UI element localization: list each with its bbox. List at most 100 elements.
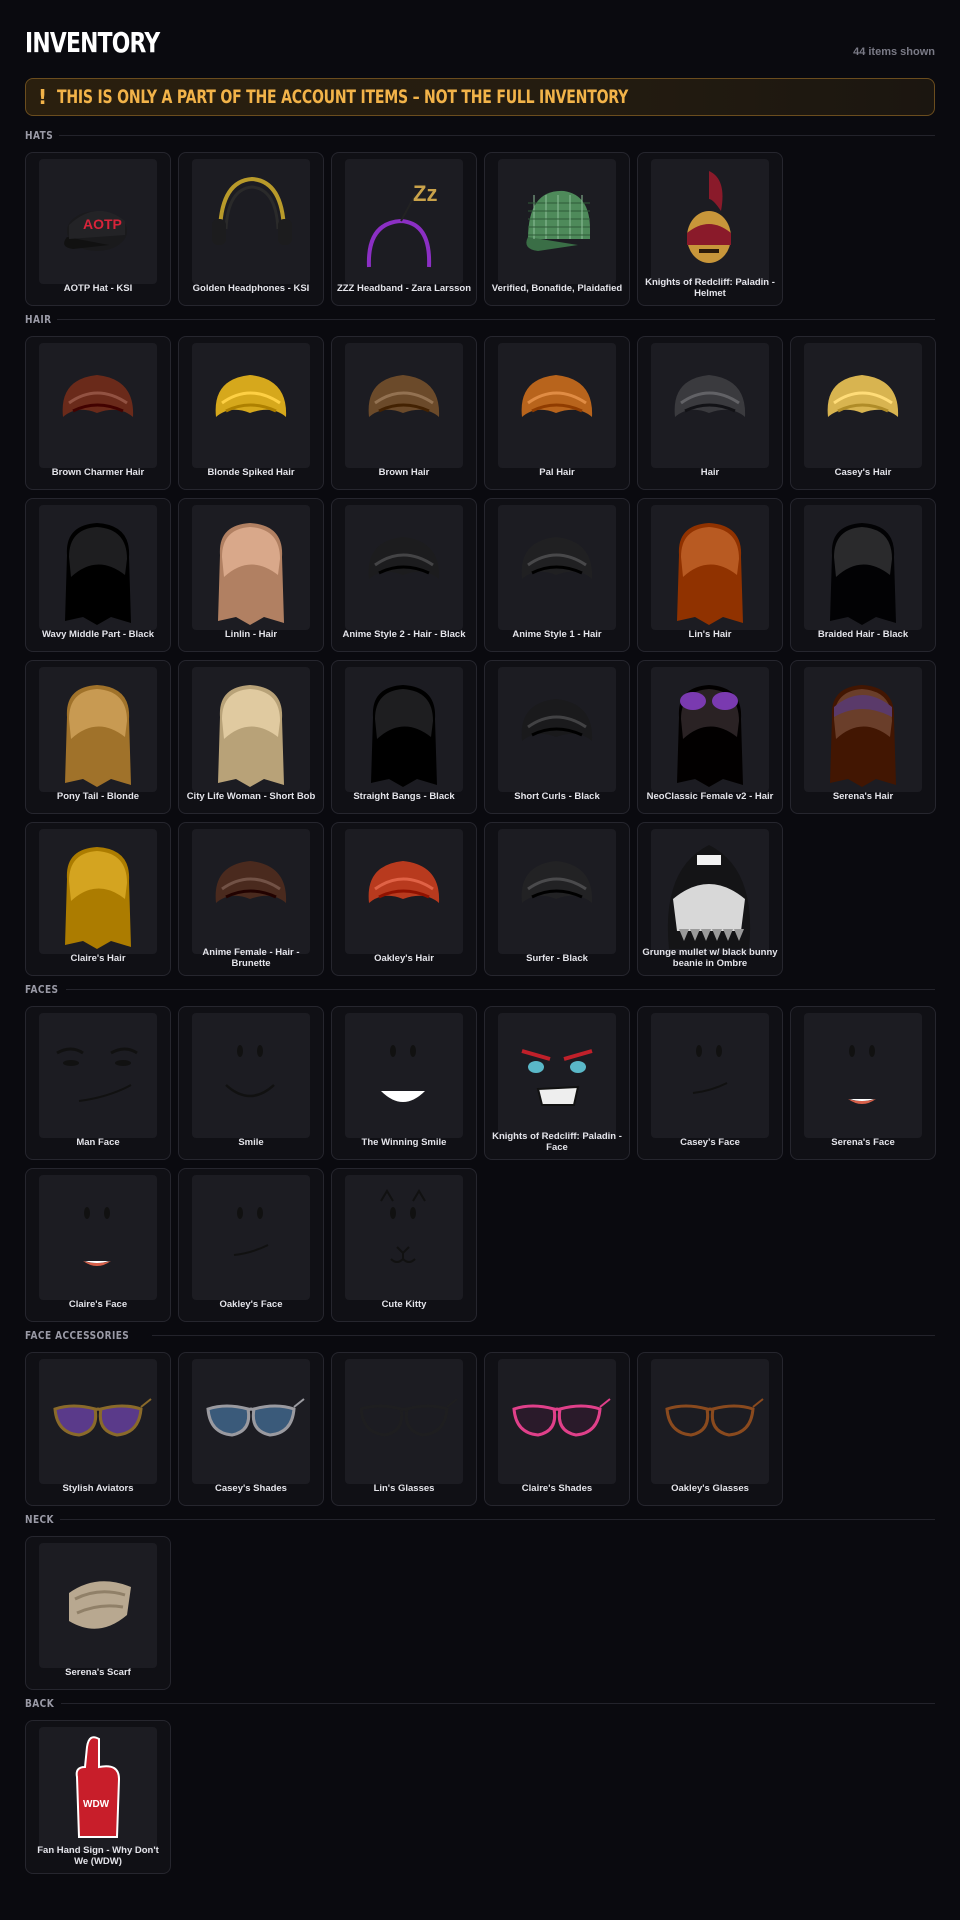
item-card[interactable]: Linlin - Hair [178, 498, 324, 652]
item-name: Pal Hair [539, 466, 575, 478]
item-card[interactable]: Smile [178, 1006, 324, 1160]
item-card[interactable]: Oakley's Hair [331, 822, 477, 976]
item-card[interactable]: Man Face [25, 1006, 171, 1160]
item-card[interactable]: NeoClassic Female v2 - Hair [637, 660, 783, 814]
item-name: Stylish Aviators [62, 1482, 134, 1494]
item-card[interactable]: Stylish Aviators [25, 1352, 171, 1506]
section-divider [152, 1334, 935, 1336]
face-icon [345, 1175, 463, 1300]
item-name: Short Curls - Black [514, 790, 600, 802]
item-card[interactable]: WDW Fan Hand Sign - Why Don't We (WDW) [25, 1720, 171, 1874]
glasses-icon [345, 1359, 463, 1484]
item-name: Knights of Redcliff: Paladin - Helmet [645, 277, 775, 299]
item-card[interactable]: Zz ZZZ Headband - Zara Larsson [331, 152, 477, 306]
item-card[interactable]: Oakley's Face [178, 1168, 324, 1322]
item-count: 44 items shown [853, 46, 935, 58]
item-name: Serena's Scarf [65, 1666, 131, 1678]
item-grid: Serena's Scarf [25, 1536, 935, 1690]
section-header: FACE ACCESSORIES [25, 1328, 935, 1342]
section-back: BACK WDW Fan Hand Sign - Why Don't We (WDW… [25, 1696, 935, 1874]
hair-icon [498, 667, 616, 792]
item-card[interactable]: AOTP AOTP Hat - KSI [25, 152, 171, 306]
item-card[interactable]: Grunge mullet w/ black bunny beanie in O… [637, 822, 783, 976]
svg-text:WDW: WDW [83, 1799, 110, 1810]
item-card[interactable]: Anime Style 2 - Hair - Black [331, 498, 477, 652]
page-title: INVENTORY [25, 26, 160, 59]
item-card[interactable]: Brown Hair [331, 336, 477, 490]
item-name: Brown Hair [378, 466, 430, 478]
foam-finger-icon: WDW [39, 1727, 157, 1852]
item-card[interactable]: Casey's Shades [178, 1352, 324, 1506]
item-name: Pony Tail - Blonde [56, 790, 140, 802]
item-card[interactable]: Cute Kitty [331, 1168, 477, 1322]
item-card[interactable]: Brown Charmer Hair [25, 336, 171, 490]
item-card[interactable]: Knights of Redcliff: Paladin - Face [484, 1006, 630, 1160]
item-name: Oakley's Hair [374, 952, 434, 964]
section-divider [59, 134, 935, 136]
section-divider [60, 1702, 935, 1704]
item-card[interactable]: Pony Tail - Blonde [25, 660, 171, 814]
hair-icon [498, 343, 616, 468]
item-card[interactable]: Casey's Face [637, 1006, 783, 1160]
svg-text:AOTP: AOTP [83, 216, 122, 232]
section-divider [60, 1518, 935, 1520]
item-grid: Man Face Smile The Winning Smile Knights of… [25, 1006, 936, 1322]
warning-text: THIS IS ONLY A PART OF THE ACCOUNT ITEMS… [57, 86, 629, 108]
section-faces: FACES Man Face Smile The Winning Smile Knigh… [25, 982, 936, 1322]
hair-icon [345, 343, 463, 468]
item-card[interactable]: Serena's Scarf [25, 1536, 171, 1690]
item-card[interactable]: Serena's Face [790, 1006, 936, 1160]
section-hats: HATS AOTP AOTP Hat - KSI Golden Headphones … [25, 128, 935, 306]
hair-icon [345, 829, 463, 954]
item-name: Fan Hand Sign - Why Don't We (WDW) [37, 1845, 159, 1867]
hair-icon [804, 667, 922, 792]
hair-icon [192, 343, 310, 468]
item-card[interactable]: Surfer - Black [484, 822, 630, 976]
item-name: Casey's Face [680, 1136, 740, 1148]
item-name: Claire's Hair [70, 952, 126, 964]
item-card[interactable]: Lin's Glasses [331, 1352, 477, 1506]
face-icon [345, 1013, 463, 1138]
hair-icon [651, 829, 769, 954]
item-card[interactable]: Claire's Hair [25, 822, 171, 976]
headphones-icon [192, 159, 310, 284]
item-card[interactable]: Casey's Hair [790, 336, 936, 490]
item-card[interactable]: Knights of Redcliff: Paladin - Helmet [637, 152, 783, 306]
item-card[interactable]: Pal Hair [484, 336, 630, 490]
item-card[interactable]: Golden Headphones - KSI [178, 152, 324, 306]
item-card[interactable]: Claire's Face [25, 1168, 171, 1322]
item-card[interactable]: City Life Woman - Short Bob [178, 660, 324, 814]
item-card[interactable]: Lin's Hair [637, 498, 783, 652]
item-name: Verified, Bonafide, Plaidafied [491, 282, 623, 294]
item-card[interactable]: Verified, Bonafide, Plaidafied [484, 152, 630, 306]
item-card[interactable]: Braided Hair - Black [790, 498, 936, 652]
item-card[interactable]: Hair [637, 336, 783, 490]
item-card[interactable]: Blonde Spiked Hair [178, 336, 324, 490]
item-name: Lin's Hair [688, 628, 732, 640]
section-header: HAIR [25, 312, 935, 326]
item-card[interactable]: Claire's Shades [484, 1352, 630, 1506]
section-header: BACK [25, 1696, 935, 1710]
item-name: Oakley's Glasses [671, 1482, 749, 1494]
item-card[interactable]: The Winning Smile [331, 1006, 477, 1160]
glasses-icon [192, 1359, 310, 1484]
item-card[interactable]: Short Curls - Black [484, 660, 630, 814]
item-name: Braided Hair - Black [817, 628, 909, 640]
plaid-cap-icon [498, 159, 616, 284]
item-name: Hair [700, 466, 720, 478]
glasses-icon [651, 1359, 769, 1484]
item-card[interactable]: Straight Bangs - Black [331, 660, 477, 814]
hair-icon [192, 667, 310, 792]
item-name: Lin's Glasses [373, 1482, 435, 1494]
hair-icon [345, 667, 463, 792]
item-card[interactable]: Anime Female - Hair - Brunette [178, 822, 324, 976]
section-header: HATS [25, 128, 935, 142]
section-header: NECK [25, 1512, 935, 1526]
item-card[interactable]: Serena's Hair [790, 660, 936, 814]
item-name: Man Face [76, 1136, 120, 1148]
item-card[interactable]: Wavy Middle Part - Black [25, 498, 171, 652]
item-name: Wavy Middle Part - Black [41, 628, 155, 640]
item-card[interactable]: Oakley's Glasses [637, 1352, 783, 1506]
item-card[interactable]: Anime Style 1 - Hair [484, 498, 630, 652]
hair-icon [345, 505, 463, 630]
